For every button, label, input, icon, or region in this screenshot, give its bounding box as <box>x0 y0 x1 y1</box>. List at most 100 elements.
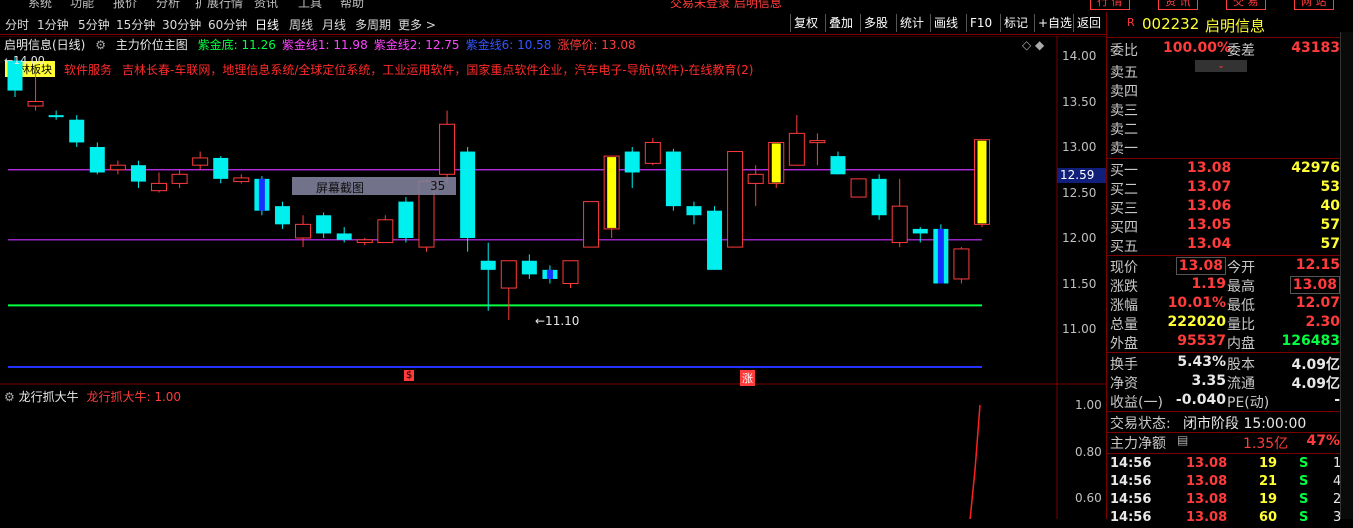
candle-body <box>480 260 496 270</box>
candle[interactable] <box>542 265 558 284</box>
net-flow-row[interactable]: 主力净额 ▤ 1.35亿 47% <box>1107 433 1353 452</box>
menu-item[interactable]: 报价 <box>113 0 137 11</box>
ask-row: 卖三 <box>1110 103 1138 119</box>
period-tab[interactable]: 60分钟 <box>208 16 247 33</box>
candle[interactable] <box>603 155 620 238</box>
candle[interactable] <box>500 260 517 320</box>
candle[interactable] <box>254 176 270 216</box>
candle-body <box>707 210 723 270</box>
candle-body <box>439 123 456 175</box>
menu-item[interactable]: 功能 <box>70 0 94 11</box>
candle[interactable] <box>398 197 414 243</box>
indicator-legend: ⚙ 龙行抓大牛 龙行抓大牛: 1.00 <box>4 390 182 404</box>
candle[interactable] <box>69 115 85 147</box>
candle[interactable] <box>233 174 250 184</box>
kline-chart[interactable] <box>0 36 1106 519</box>
candle-body <box>89 147 105 173</box>
candle[interactable] <box>192 151 209 170</box>
candle[interactable] <box>850 178 867 198</box>
toolbar-button[interactable]: 多股 <box>860 14 891 32</box>
top-nav-button[interactable]: 交 易 <box>1226 0 1266 10</box>
menu-item[interactable]: 系统 <box>28 0 52 11</box>
period-tab[interactable]: 30分钟 <box>162 16 201 33</box>
candle[interactable] <box>439 110 456 184</box>
menu-item[interactable]: 资讯 <box>254 0 278 11</box>
candle[interactable] <box>727 151 744 248</box>
list-icon[interactable]: ▤ <box>1177 433 1188 447</box>
candle[interactable] <box>151 172 168 193</box>
candle[interactable] <box>707 206 723 270</box>
candle-body <box>788 132 805 166</box>
menu-item[interactable]: 工具 <box>298 0 322 11</box>
candle[interactable] <box>480 242 496 311</box>
menu-item[interactable]: 帮助 <box>340 0 364 11</box>
period-tab[interactable]: 周线 <box>289 16 313 33</box>
candle[interactable] <box>768 141 785 188</box>
indicator-gear-icon[interactable]: ⚙ <box>4 390 15 404</box>
toolbar-button[interactable]: 标记 <box>1000 14 1031 32</box>
candle[interactable] <box>933 224 949 284</box>
expand-diamond-icon[interactable]: ◇ ◆ <box>1022 38 1044 52</box>
candle[interactable] <box>27 69 44 111</box>
top-nav-button[interactable]: 网 站 <box>1294 0 1334 10</box>
candle[interactable] <box>171 169 188 188</box>
candle[interactable] <box>109 160 126 175</box>
candle-body <box>521 260 537 275</box>
stat-row: 外盘 95537 内盘 126483 <box>1110 333 1340 352</box>
limit-up-mark[interactable]: 涨 <box>740 370 755 386</box>
candle[interactable] <box>356 238 373 246</box>
toolbar-button[interactable]: 复权 <box>790 14 821 32</box>
period-tab[interactable]: 15分钟 <box>116 16 155 33</box>
toolbar-button[interactable]: 返回 <box>1073 14 1104 32</box>
menu-item[interactable]: 扩展行情 <box>195 0 243 11</box>
candle[interactable] <box>809 133 826 166</box>
candle[interactable] <box>583 201 600 248</box>
period-tab[interactable]: 月线 <box>322 16 346 33</box>
period-tab[interactable]: 日线 <box>255 16 279 33</box>
candle[interactable] <box>89 142 105 175</box>
toolbar-button[interactable]: 统计 <box>896 14 927 32</box>
candle[interactable] <box>213 156 229 184</box>
top-nav-button[interactable]: 行 情 <box>1090 0 1130 10</box>
side-scrollbar[interactable] <box>1340 32 1353 519</box>
candle[interactable] <box>974 139 990 228</box>
candle[interactable] <box>871 174 887 220</box>
tick-trade-row: 14:56 13.08 19 S 2 <box>1110 492 1342 507</box>
period-tab[interactable]: 5分钟 <box>78 16 110 33</box>
candle[interactable] <box>830 151 846 175</box>
quote-panel: R 002232 启明信息 委比 100.00% 委差 43183 ⌄ 卖五 卖四 卖三 卖二 卖一 买一… <box>1106 12 1353 525</box>
indicator-title[interactable]: 龙行抓大牛 <box>19 390 79 404</box>
candle[interactable] <box>274 201 290 229</box>
limit-up-fill <box>607 157 617 228</box>
toolbar-button[interactable]: 画线 <box>930 14 961 32</box>
candle[interactable] <box>747 165 764 207</box>
top-nav-button[interactable]: 资 讯 <box>1158 0 1198 10</box>
candle-body <box>891 205 908 244</box>
candle[interactable] <box>377 215 394 244</box>
candle[interactable] <box>644 137 661 166</box>
candle[interactable] <box>521 254 537 279</box>
candle[interactable] <box>788 115 805 166</box>
candle[interactable] <box>295 215 312 248</box>
period-tab[interactable]: 分时 <box>5 16 29 33</box>
candle[interactable] <box>130 160 146 188</box>
candle[interactable] <box>953 247 970 284</box>
candle[interactable] <box>316 212 332 238</box>
candle[interactable] <box>686 201 702 225</box>
toolbar-button[interactable]: +自选 <box>1034 14 1075 32</box>
candle[interactable] <box>562 260 579 289</box>
toolbar-button[interactable]: F10 <box>966 14 995 32</box>
menu-item[interactable]: 分析 <box>156 0 180 11</box>
candle[interactable] <box>891 178 908 248</box>
period-tab[interactable]: 多周期 <box>355 16 391 33</box>
bid-row: 买二 13.07 53 <box>1110 179 1340 198</box>
candle[interactable] <box>48 110 64 120</box>
period-tab[interactable]: 更多 > <box>398 16 436 33</box>
candle[interactable] <box>460 147 476 252</box>
event-mark[interactable]: $ <box>404 370 415 381</box>
candle[interactable] <box>624 147 640 188</box>
toolbar-button[interactable]: 叠加 <box>825 14 856 32</box>
period-tab[interactable]: 1分钟 <box>37 16 69 33</box>
indicator-y-tick: 0.80 <box>1075 444 1102 459</box>
candle[interactable] <box>665 148 681 211</box>
